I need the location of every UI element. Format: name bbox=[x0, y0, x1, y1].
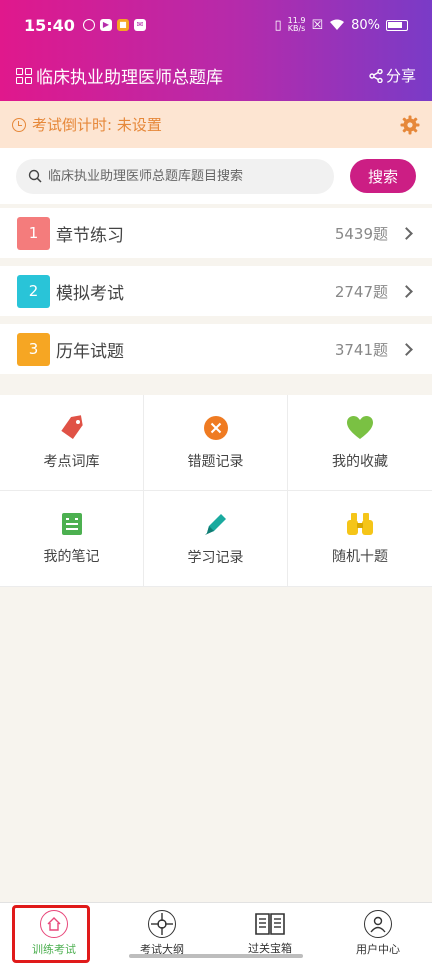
clock-icon bbox=[12, 117, 26, 132]
menu-item-mock-exam[interactable]: 2 模拟考试 2747题 bbox=[0, 266, 432, 316]
app-notification-icon bbox=[82, 19, 95, 31]
grid-menu-icon[interactable] bbox=[16, 67, 32, 84]
search-box[interactable] bbox=[16, 158, 334, 194]
tool-keyword-library[interactable]: 考点词库 bbox=[0, 395, 144, 491]
menu-count: 3741题 bbox=[334, 340, 388, 359]
gear-icon[interactable] bbox=[400, 115, 420, 135]
share-icon bbox=[369, 68, 383, 83]
user-icon bbox=[364, 910, 392, 938]
menu-item-chapter-practice[interactable]: 1 章节练习 5439题 bbox=[0, 208, 432, 258]
exam-countdown-bar[interactable]: 考试倒计时: 未设置 bbox=[0, 101, 432, 148]
share-button[interactable]: 分享 bbox=[369, 65, 416, 86]
tool-label: 考点词库 bbox=[43, 453, 100, 470]
menu-label: 章节练习 bbox=[56, 225, 124, 246]
wifi-icon bbox=[330, 19, 345, 30]
menu-number-badge: 1 bbox=[17, 216, 50, 250]
x-circle-icon bbox=[203, 415, 228, 440]
tool-study-records[interactable]: 学习记录 bbox=[144, 491, 288, 587]
tab-label: 用户中心 bbox=[356, 943, 400, 956]
pencil-icon bbox=[204, 513, 226, 535]
search-icon bbox=[28, 169, 42, 183]
menu-label: 模拟考试 bbox=[56, 283, 124, 304]
battery-icon bbox=[386, 19, 408, 31]
title-bar: 临床执业助理医师总题库 分享 bbox=[0, 50, 432, 101]
countdown-label: 考试倒计时: 未设置 bbox=[32, 116, 162, 134]
menu-item-past-exams[interactable]: 3 历年试题 3741题 bbox=[0, 324, 432, 374]
share-label: 分享 bbox=[385, 67, 416, 85]
tool-notes[interactable]: 我的笔记 bbox=[0, 491, 144, 587]
status-bar: 15:40 ▶ ■ ✉ ▯ 11.9 KB/s ☒ 80% bbox=[0, 0, 432, 50]
tag-icon bbox=[60, 414, 83, 439]
tool-favorites[interactable]: 我的收藏 bbox=[288, 395, 432, 491]
chevron-right-icon bbox=[400, 226, 413, 240]
menu-label: 历年试题 bbox=[56, 341, 124, 362]
vibrate-icon: ▯ bbox=[274, 17, 282, 33]
book-icon bbox=[255, 913, 285, 935]
tool-random-ten[interactable]: 随机十题 bbox=[288, 491, 432, 587]
page-title: 临床执业助理医师总题库 bbox=[36, 68, 223, 88]
tool-label: 随机十题 bbox=[332, 548, 388, 565]
search-button[interactable]: 搜索 bbox=[350, 159, 416, 193]
target-icon bbox=[148, 910, 176, 938]
tab-user-center[interactable]: 用户中心 bbox=[324, 903, 432, 964]
message-app-icon: ✉ bbox=[133, 19, 146, 31]
no-sim-icon: ☒ bbox=[311, 17, 324, 33]
tool-label: 错题记录 bbox=[187, 453, 244, 470]
app-header: 15:40 ▶ ■ ✉ ▯ 11.9 KB/s ☒ 80% 临床执业助理医师总题库 bbox=[0, 0, 432, 101]
status-time: 15:40 bbox=[24, 15, 75, 35]
selection-highlight bbox=[12, 905, 90, 963]
search-area: 搜索 bbox=[0, 148, 432, 204]
binoculars-icon bbox=[347, 512, 373, 535]
network-speed: 11.9 KB/s bbox=[287, 16, 306, 33]
tool-label: 我的笔记 bbox=[43, 548, 100, 565]
tool-label: 学习记录 bbox=[187, 549, 244, 566]
shop-app-icon: ■ bbox=[116, 19, 129, 31]
tool-grid: 考点词库 错题记录 我的收藏 我的笔记 学习记录 随机十题 bbox=[0, 395, 432, 587]
tool-wrong-answers[interactable]: 错题记录 bbox=[144, 395, 288, 491]
menu-count: 5439题 bbox=[334, 224, 388, 243]
note-icon bbox=[61, 512, 82, 535]
chevron-right-icon bbox=[400, 284, 413, 298]
search-input[interactable] bbox=[48, 168, 308, 184]
chevron-right-icon bbox=[400, 342, 413, 356]
menu-number-badge: 2 bbox=[17, 274, 50, 308]
video-app-icon: ▶ bbox=[99, 19, 112, 31]
home-indicator[interactable] bbox=[129, 954, 303, 958]
tool-label: 我的收藏 bbox=[332, 453, 388, 470]
heart-icon bbox=[347, 415, 373, 439]
menu-number-badge: 3 bbox=[17, 332, 50, 366]
menu-count: 2747题 bbox=[334, 282, 388, 301]
battery-percent: 80% bbox=[351, 17, 380, 33]
